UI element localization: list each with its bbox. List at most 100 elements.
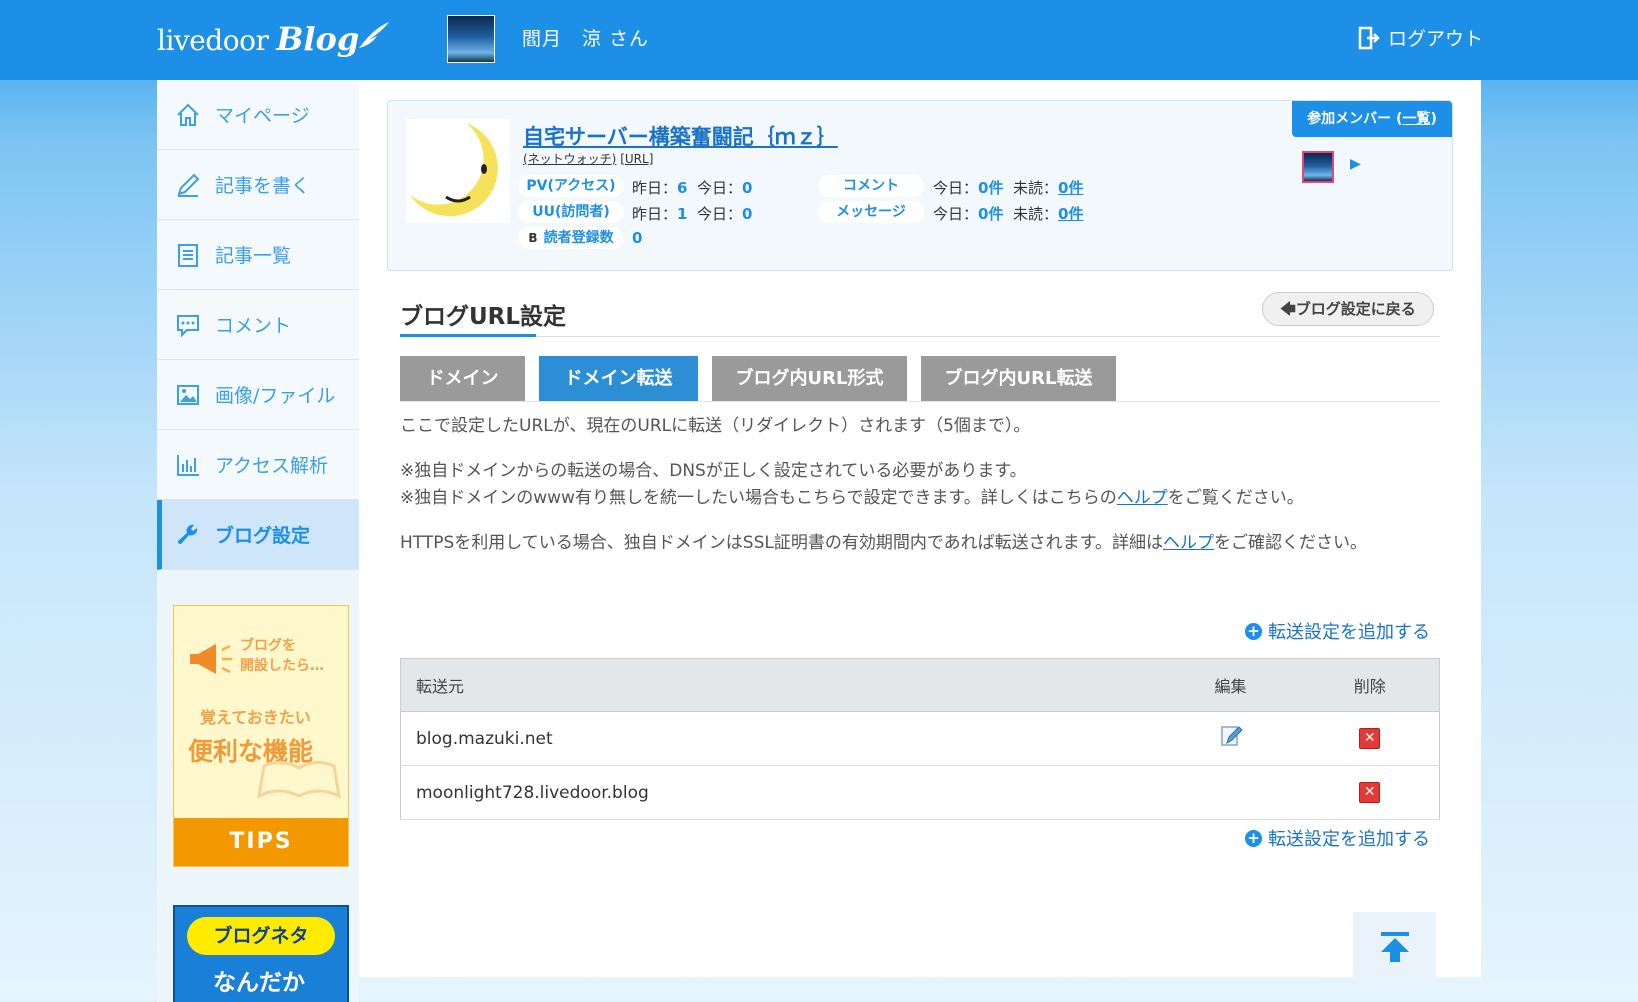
sidebar-item-label: 記事を書く bbox=[215, 175, 311, 197]
tab-url-redirect[interactable]: ブログ内URL転送 bbox=[921, 356, 1116, 401]
message-unread-link[interactable]: 0件 bbox=[1058, 205, 1083, 223]
sidebar-item-mypage[interactable]: マイページ bbox=[157, 80, 359, 150]
sidebar-item-label: コメント bbox=[215, 315, 292, 337]
sidebar-item-comment[interactable]: コメント bbox=[157, 290, 359, 360]
members-list-button[interactable]: 参加メンバー (一覧) bbox=[1292, 101, 1452, 137]
tips-line-2: 開設したら… bbox=[240, 658, 324, 674]
member-avatar[interactable] bbox=[1302, 151, 1334, 183]
sidebar-item-articles[interactable]: 記事一覧 bbox=[157, 220, 359, 290]
table-row: moonlight728.livedoor.blog ✕ bbox=[400, 765, 1440, 820]
sidebar-item-label: アクセス解析 bbox=[215, 455, 329, 477]
pv-yesterday-label: 昨日： bbox=[632, 179, 678, 197]
redirect-source: blog.mazuki.net bbox=[400, 711, 1161, 766]
delete-icon[interactable]: ✕ bbox=[1359, 728, 1381, 749]
description-3: ※独自ドメインのwww有り無しを統一したい場合もこちらで設定できます。詳しくはこ… bbox=[400, 485, 1420, 512]
sidebar-item-blog-settings[interactable]: ブログ設定 bbox=[157, 500, 359, 570]
table-row: blog.mazuki.net ✕ bbox=[400, 711, 1440, 766]
delete-icon[interactable]: ✕ bbox=[1359, 782, 1381, 803]
description-4-tail: をご確認ください。 bbox=[1213, 533, 1367, 553]
plus-circle-icon: + bbox=[1245, 622, 1262, 640]
tab-url-format[interactable]: ブログ内URL形式 bbox=[712, 356, 907, 401]
add-redirect-label: 転送設定を追加する bbox=[1268, 622, 1430, 643]
pv-label: PV(アクセス) bbox=[518, 175, 624, 197]
logout-button[interactable]: ログアウト bbox=[1358, 24, 1483, 51]
arrow-up-icon bbox=[1380, 932, 1409, 962]
comment-today-label: 今日： bbox=[933, 179, 979, 197]
description-4: HTTPSを利用している場合、独自ドメインはSSL証明書の有効期間内であれば転送… bbox=[400, 530, 1420, 557]
https-help-link[interactable]: ヘルプ bbox=[1163, 533, 1214, 553]
main-content: 自宅サーバー構築奮闘記｛ｍｚ｝ (ネットウォッチ) [URL] PV(アクセス)… bbox=[359, 80, 1481, 977]
megaphone-icon bbox=[190, 644, 232, 674]
wrench-icon bbox=[177, 524, 198, 544]
delete-column-header: 削除 bbox=[1300, 658, 1440, 712]
title-divider bbox=[400, 336, 1440, 337]
add-redirect-link-bottom[interactable]: + 転送設定を追加する bbox=[1245, 825, 1430, 851]
sidebar-item-label: マイページ bbox=[215, 105, 310, 127]
livedoor-blog-logo[interactable]: livedoor Blog bbox=[157, 20, 391, 60]
reader-label-text: 読者登録数 bbox=[543, 230, 614, 246]
sidebar-item-images[interactable]: 画像/ファイル bbox=[157, 360, 359, 430]
members-close: ) bbox=[1430, 111, 1437, 127]
source-column-header: 転送元 bbox=[400, 658, 1161, 712]
edit-column-header: 編集 bbox=[1160, 658, 1301, 712]
user-name: 閻月 涼 さん bbox=[522, 28, 650, 50]
sidebar-item-write[interactable]: 記事を書く bbox=[157, 150, 359, 220]
help-link[interactable]: ヘルプ bbox=[1117, 488, 1168, 508]
uu-values: 昨日：1 今日：0 bbox=[632, 203, 752, 224]
reader-value: 0 bbox=[632, 229, 642, 247]
user-avatar[interactable] bbox=[447, 15, 495, 63]
table-header-row: 転送元 編集 削除 bbox=[400, 658, 1440, 712]
tips-line-1: ブログを bbox=[240, 638, 296, 654]
pv-today-value: 0 bbox=[742, 179, 753, 197]
sidebar-item-label: 画像/ファイル bbox=[215, 385, 336, 407]
edit-icon[interactable] bbox=[1219, 724, 1243, 753]
uu-today-value: 0 bbox=[742, 205, 753, 223]
sidebar-item-analytics[interactable]: アクセス解析 bbox=[157, 430, 359, 500]
edit-cell bbox=[1160, 711, 1301, 766]
tips-banner-text: ブログを 開設したら… bbox=[240, 636, 324, 676]
image-icon bbox=[177, 384, 199, 405]
net-watch-link[interactable]: (ネットウォッチ) bbox=[523, 152, 616, 166]
back-to-settings-button[interactable]: 🡄ブログ設定に戻る bbox=[1262, 292, 1434, 326]
sidebar-item-label: 記事一覧 bbox=[215, 245, 292, 267]
blog-url-link[interactable]: [URL] bbox=[620, 152, 653, 166]
message-today-label: 今日： bbox=[933, 205, 979, 223]
document-list-icon bbox=[178, 243, 198, 267]
delete-cell: ✕ bbox=[1300, 765, 1440, 820]
page-title: ブログURL設定 bbox=[400, 304, 567, 330]
bar-chart-icon bbox=[177, 454, 199, 476]
neta-text: なんだか bbox=[213, 970, 305, 996]
url-settings-tabs: ドメイン ドメイン転送 ブログ内URL形式 ブログ内URL転送 bbox=[400, 356, 1130, 401]
blog-icon[interactable] bbox=[406, 119, 510, 223]
message-label: メッセージ bbox=[818, 201, 924, 223]
comment-values: 今日：0件 未読：0件 bbox=[933, 177, 1083, 198]
delete-cell: ✕ bbox=[1300, 711, 1440, 766]
redirect-table: 転送元 編集 削除 blog.mazuki.net ✕ moonlight728… bbox=[400, 658, 1440, 820]
scroll-to-top-button[interactable] bbox=[1353, 912, 1436, 982]
comment-today-value: 0件 bbox=[978, 179, 1004, 197]
members-list-link[interactable]: 一覧 bbox=[1402, 111, 1430, 127]
tips-banner[interactable]: ブログを 開設したら… 覚えておきたい 便利な機能 TIPS bbox=[173, 605, 349, 867]
add-redirect-link-top[interactable]: + 転送設定を追加する bbox=[1245, 618, 1430, 644]
blog-title-link[interactable]: 自宅サーバー構築奮闘記｛ｍｚ｝ bbox=[523, 121, 838, 151]
top-header: livedoor Blog 閻月 涼 さん ログアウト bbox=[0, 0, 1638, 80]
comment-unread-label: 未読： bbox=[1013, 179, 1059, 197]
comment-label: コメント bbox=[818, 175, 924, 197]
home-icon bbox=[177, 103, 199, 126]
add-redirect-label: 転送設定を追加する bbox=[1268, 829, 1430, 850]
crescent-moon-icon bbox=[410, 123, 498, 217]
message-values: 今日：0件 未読：0件 bbox=[933, 203, 1083, 224]
comment-unread-link[interactable]: 0件 bbox=[1058, 179, 1083, 197]
tips-line-3: 覚えておきたい bbox=[200, 708, 311, 727]
tabs-divider bbox=[400, 401, 1440, 402]
tab-domain-redirect[interactable]: ドメイン転送 bbox=[539, 356, 698, 401]
member-next-arrow-icon[interactable]: ▶ bbox=[1350, 156, 1361, 172]
tab-domain[interactable]: ドメイン bbox=[400, 356, 525, 401]
blog-sub-links: (ネットウォッチ) [URL] bbox=[523, 150, 653, 167]
uu-yesterday-label: 昨日： bbox=[632, 205, 678, 223]
blog-neta-banner[interactable]: ブログネタ なんだか bbox=[173, 905, 349, 1002]
members-label: 参加メンバー ( bbox=[1307, 111, 1403, 127]
logout-icon bbox=[1358, 26, 1380, 49]
uu-yesterday-value: 1 bbox=[677, 205, 688, 223]
description-1: ここで設定したURLが、現在のURLに転送（リダイレクト）されます（5個まで）。 bbox=[400, 416, 1031, 436]
